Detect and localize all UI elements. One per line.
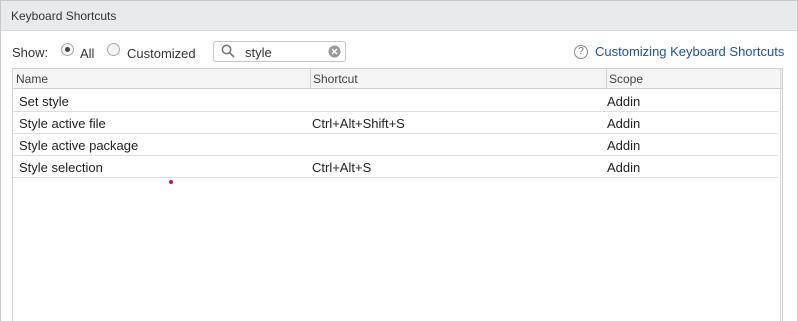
cursor-marker [169,180,173,184]
table-row[interactable]: Style selection Ctrl+Alt+S Addin [13,156,778,178]
shortcuts-table: Name Shortcut Scope Set style Addin Styl… [12,68,783,321]
cell-shortcut[interactable]: Ctrl+Alt+S [312,160,371,175]
cell-name: Style active package [19,138,139,153]
cell-shortcut[interactable]: Ctrl+Alt+Shift+S [312,116,405,131]
dialog-title: Keyboard Shortcuts [11,9,117,23]
radio-all[interactable] [61,43,74,56]
search-value: style [245,45,272,60]
table-scrollbar-track[interactable] [780,68,781,321]
table-row[interactable]: Set style Addin [13,90,778,112]
keyboard-shortcuts-dialog: Keyboard Shortcuts Show: All Customized … [0,0,798,321]
search-icon [221,44,235,58]
table-header: Name Shortcut Scope [13,69,782,89]
column-divider[interactable] [606,69,607,89]
customizing-shortcuts-link[interactable]: Customizing Keyboard Shortcuts [595,44,784,59]
search-input[interactable]: style [213,41,346,62]
table-row[interactable]: Style active package Addin [13,134,778,156]
cell-scope: Addin [607,138,641,153]
cell-scope: Addin [607,116,641,131]
column-divider[interactable] [310,69,311,89]
clear-icon[interactable] [328,45,341,58]
cell-name: Set style [19,94,69,109]
help-icon[interactable]: ? [574,45,588,59]
cell-scope: Addin [607,94,641,109]
cell-name: Style active file [19,116,106,131]
show-label: Show: [12,45,49,60]
dialog-titlebar: Keyboard Shortcuts [1,1,797,31]
table-row[interactable]: Style active file Ctrl+Alt+Shift+S Addin [13,112,778,134]
radio-customized[interactable] [107,43,120,56]
column-header-name[interactable]: Name [16,72,48,86]
radio-all-label[interactable]: All [80,46,94,61]
radio-customized-label[interactable]: Customized [127,46,196,61]
column-header-shortcut[interactable]: Shortcut [313,72,358,86]
cell-scope: Addin [607,160,641,175]
cell-name: Style selection [19,160,103,175]
column-header-scope[interactable]: Scope [609,72,643,86]
